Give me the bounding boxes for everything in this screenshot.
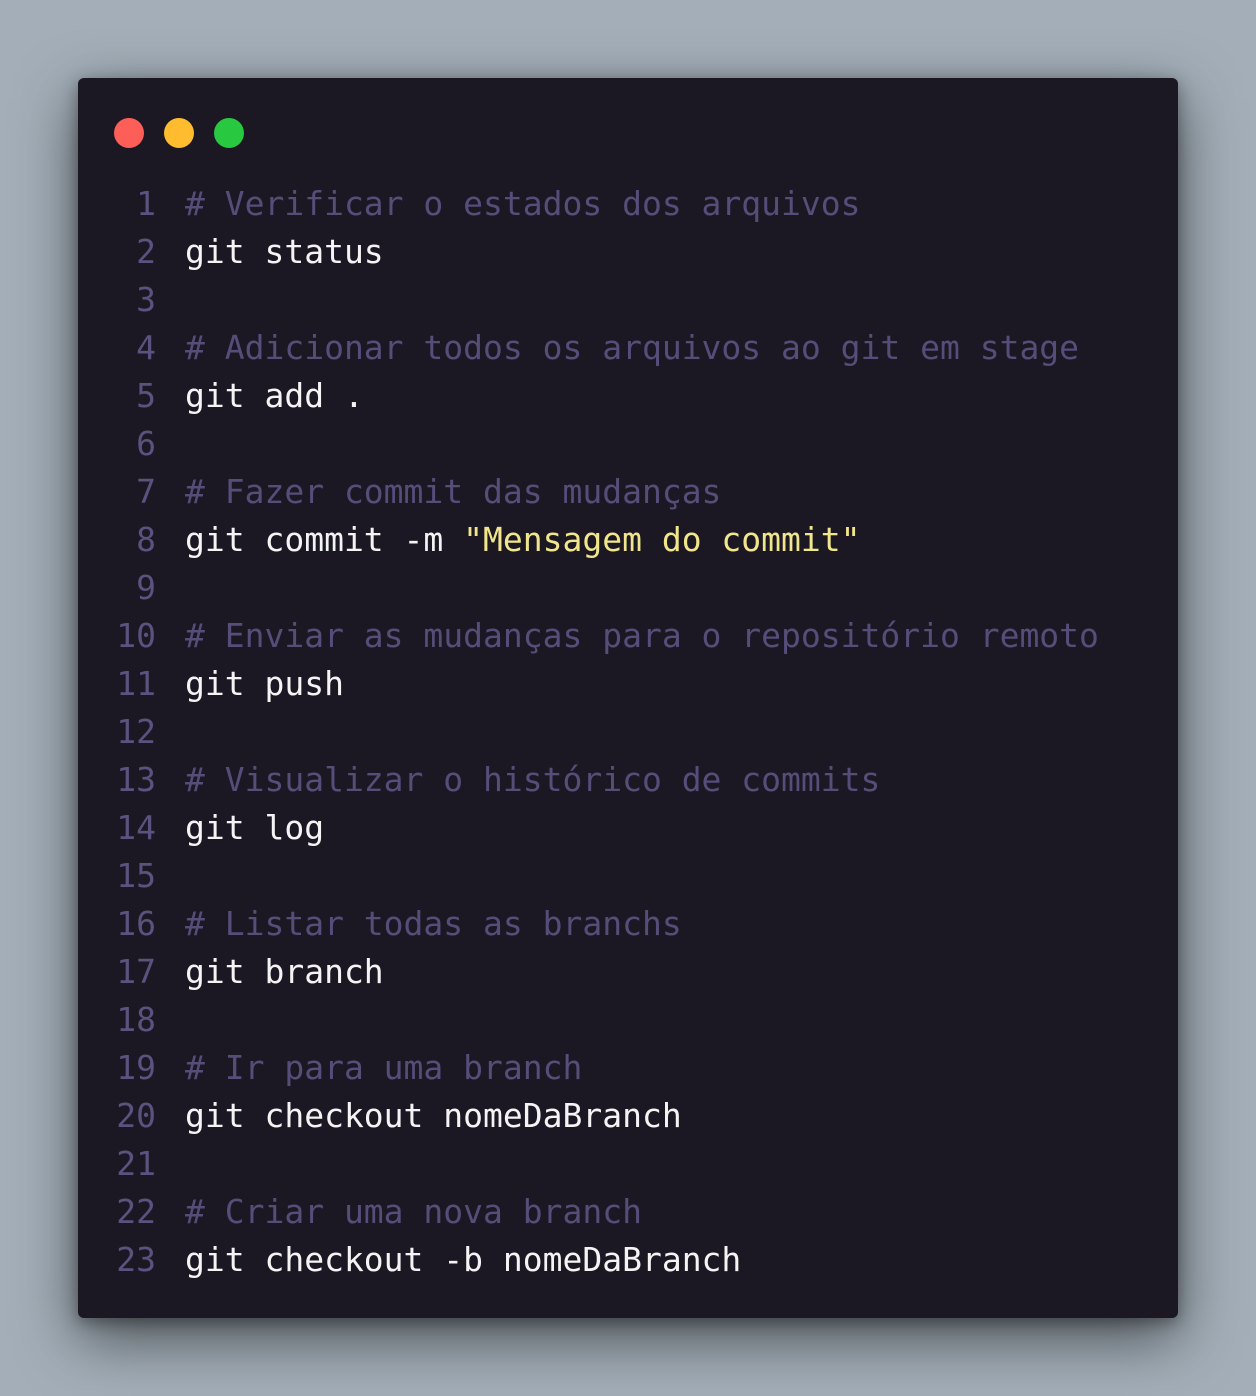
- code-text: # Enviar as mudanças para o repositório …: [185, 612, 1099, 660]
- code-comment: # Enviar as mudanças para o repositório …: [185, 616, 1099, 655]
- line-number: 6: [136, 424, 156, 463]
- code-comment: # Listar todas as branchs: [185, 904, 682, 943]
- code-line: 6: [78, 420, 156, 468]
- maximize-button[interactable]: [214, 118, 244, 148]
- code-line: 7 # Fazer commit das mudanças: [78, 468, 721, 516]
- code-command: git commit -m: [185, 520, 464, 559]
- line-number: 22: [116, 1192, 156, 1231]
- line-number: 2: [136, 232, 156, 271]
- line-number: 17: [116, 952, 156, 991]
- line-number: 7: [136, 472, 156, 511]
- code-comment: # Adicionar todos os arquivos ao git em …: [185, 328, 1080, 367]
- line-number: 5: [136, 376, 156, 415]
- window-controls: [114, 118, 244, 148]
- code-text: git commit -m "Mensagem do commit": [185, 516, 861, 564]
- code-line: 4 # Adicionar todos os arquivos ao git em…: [78, 324, 1079, 372]
- code-comment: # Verificar o estados dos arquivos: [185, 184, 861, 223]
- code-command: git checkout nomeDaBranch: [185, 1096, 682, 1135]
- code-line: 16 # Listar todas as branchs: [78, 900, 681, 948]
- code-block: 1 # Verificar o estados dos arquivos 2 git …: [78, 180, 1099, 1284]
- code-line: 10 # Enviar as mudanças para o repositóri…: [78, 612, 1099, 660]
- code-text: # Criar uma nova branch: [185, 1188, 642, 1236]
- line-number: 12: [116, 712, 156, 751]
- code-text: # Listar todas as branchs: [185, 900, 682, 948]
- code-text: git checkout nomeDaBranch: [185, 1092, 682, 1140]
- code-text: git status: [185, 228, 384, 276]
- code-line: 17 git branch: [78, 948, 383, 996]
- code-text: git add .: [185, 372, 364, 420]
- minimize-button[interactable]: [164, 118, 194, 148]
- line-number: 16: [116, 904, 156, 943]
- code-text: # Verificar o estados dos arquivos: [185, 180, 861, 228]
- code-text: # Adicionar todos os arquivos ao git em …: [185, 324, 1079, 372]
- line-number: 20: [116, 1096, 156, 1135]
- code-line: 5 git add .: [78, 372, 364, 420]
- code-line: 8 git commit -m "Mensagem do commit": [78, 516, 860, 564]
- code-command: git checkout -b nomeDaBranch: [185, 1240, 742, 1279]
- code-comment: # Visualizar o histórico de commits: [185, 760, 881, 799]
- code-command: git log: [185, 808, 325, 847]
- code-text: git log: [185, 804, 324, 852]
- code-text: # Visualizar o histórico de commits: [185, 756, 880, 804]
- code-text: git branch: [185, 948, 384, 996]
- code-line: 19 # Ir para uma branch: [78, 1044, 582, 1092]
- line-number: 4: [136, 328, 156, 367]
- code-window: 1 # Verificar o estados dos arquivos 2 git …: [78, 78, 1178, 1318]
- line-number: 15: [116, 856, 156, 895]
- code-text: git push: [185, 660, 344, 708]
- line-number: 21: [116, 1144, 156, 1183]
- code-comment: # Ir para uma branch: [185, 1048, 583, 1087]
- line-number: 19: [116, 1048, 156, 1087]
- code-line: 22 # Criar uma nova branch: [78, 1188, 642, 1236]
- code-string: "Mensagem do commit": [463, 520, 861, 559]
- code-line: 21: [78, 1140, 156, 1188]
- code-comment: # Criar uma nova branch: [185, 1192, 642, 1231]
- close-button[interactable]: [114, 118, 144, 148]
- line-number: 18: [116, 1000, 156, 1039]
- code-text: git checkout -b nomeDaBranch: [185, 1236, 741, 1284]
- code-line: 23 git checkout -b nomeDaBranch: [78, 1236, 741, 1284]
- line-number: 3: [136, 280, 156, 319]
- line-number: 10: [116, 616, 156, 655]
- code-line: 2 git status: [78, 228, 384, 276]
- code-text: # Fazer commit das mudanças: [185, 468, 721, 516]
- code-command: git status: [185, 232, 384, 271]
- code-line: 20 git checkout nomeDaBranch: [78, 1092, 681, 1140]
- line-number: 13: [116, 760, 156, 799]
- code-command: git add .: [185, 376, 364, 415]
- code-line: 14 git log: [78, 804, 324, 852]
- line-number: 8: [136, 520, 156, 559]
- line-number: 11: [116, 664, 156, 703]
- code-line: 3: [78, 276, 156, 324]
- code-line: 13 # Visualizar o histórico de commits: [78, 756, 880, 804]
- code-command: git push: [185, 664, 344, 703]
- line-number: 14: [116, 808, 156, 847]
- line-number: 1: [136, 184, 156, 223]
- code-line: 15: [78, 852, 156, 900]
- code-line: 1 # Verificar o estados dos arquivos: [78, 180, 860, 228]
- code-line: 9: [78, 564, 156, 612]
- code-text: # Ir para uma branch: [185, 1044, 582, 1092]
- code-command: git branch: [185, 952, 384, 991]
- code-line: 11 git push: [78, 660, 344, 708]
- code-comment: # Fazer commit das mudanças: [185, 472, 722, 511]
- code-line: 18: [78, 996, 156, 1044]
- line-number: 9: [136, 568, 156, 607]
- line-number: 23: [116, 1240, 156, 1279]
- code-line: 12: [78, 708, 156, 756]
